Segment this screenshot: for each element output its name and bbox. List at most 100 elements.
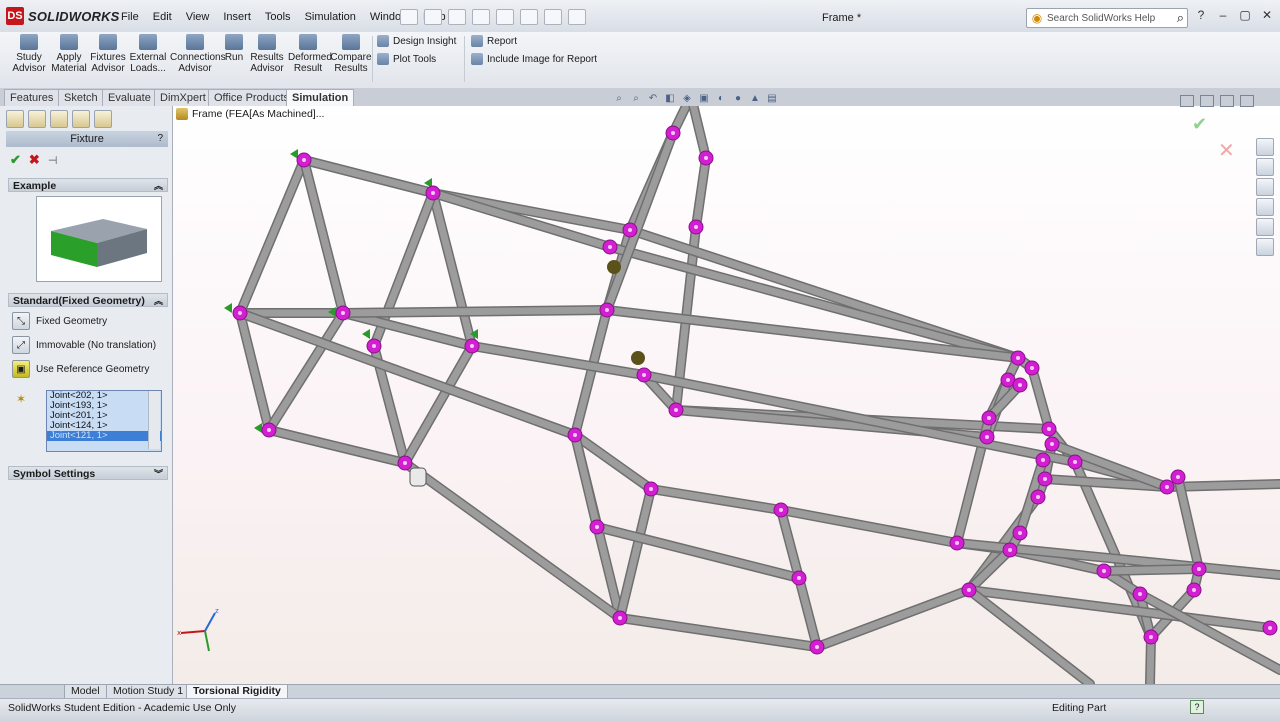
graphics-area[interactable] <box>173 106 1280 684</box>
save-icon[interactable] <box>448 9 466 25</box>
menu-simulation[interactable]: Simulation <box>298 9 363 25</box>
symbol-settings-header[interactable]: Symbol Settings ︾ <box>8 466 168 480</box>
previous-view-icon[interactable]: ↶ <box>646 93 660 105</box>
viewport-restore-icon[interactable] <box>1220 95 1234 107</box>
file-explorer-icon[interactable] <box>1256 178 1274 196</box>
tab-office-products[interactable]: Office Products <box>208 89 295 106</box>
tube-member[interactable] <box>236 309 273 434</box>
view-orientation-icon[interactable]: ◈ <box>680 93 694 105</box>
menu-view[interactable]: View <box>179 9 217 25</box>
scene-icon[interactable]: ▲ <box>748 93 762 105</box>
rebuild-icon[interactable] <box>544 9 562 25</box>
viewport-minimize-icon[interactable] <box>1180 95 1194 107</box>
print-icon[interactable] <box>472 9 490 25</box>
fixed-joint[interactable] <box>631 351 645 365</box>
tube-member[interactable] <box>339 306 611 317</box>
design-library-icon[interactable] <box>1256 158 1274 176</box>
search-icon[interactable]: ⌕ <box>1177 10 1184 26</box>
zoom-area-icon[interactable]: ⌕ <box>629 93 643 105</box>
tube-member[interactable] <box>265 426 409 467</box>
tab-model[interactable]: Model <box>64 685 107 699</box>
tube-member[interactable] <box>647 485 785 514</box>
apply-material-button[interactable]: Apply Material <box>50 34 88 74</box>
immovable-option[interactable]: ⤢ Immovable (No translation) <box>12 336 156 354</box>
viewport-close-icon[interactable] <box>1240 95 1254 107</box>
menu-tools[interactable]: Tools <box>258 9 298 25</box>
select-icon[interactable] <box>520 9 538 25</box>
open-file-icon[interactable] <box>424 9 442 25</box>
property-manager-icon[interactable] <box>28 110 46 128</box>
tube-member[interactable] <box>692 154 710 231</box>
tab-evaluate[interactable]: Evaluate <box>102 89 157 106</box>
tube-member[interactable] <box>236 156 308 317</box>
minimize-icon[interactable]: – <box>1216 8 1230 22</box>
tab-dimxpert[interactable]: DimXpert <box>154 89 212 106</box>
undo-icon[interactable] <box>496 9 514 25</box>
menu-insert[interactable]: Insert <box>216 9 258 25</box>
options-icon[interactable] <box>568 9 586 25</box>
include-image-button[interactable]: Include Image for Report <box>471 53 597 65</box>
view-palette-icon[interactable] <box>1256 198 1274 216</box>
new-file-icon[interactable] <box>400 9 418 25</box>
tube-member[interactable] <box>616 614 821 651</box>
zoom-fit-icon[interactable]: ⌕ <box>612 93 626 105</box>
feature-breadcrumb[interactable]: Frame (FEA[As Machined]... <box>176 108 324 120</box>
cancel-icon[interactable]: ✖ <box>29 152 40 168</box>
tube-member[interactable] <box>401 342 476 467</box>
report-button[interactable]: Report <box>471 35 517 47</box>
tube-member[interactable] <box>813 586 973 651</box>
app-logo[interactable]: DS SOLIDWORKS <box>6 7 120 25</box>
fixed-geometry-option[interactable]: ⤡ Fixed Geometry <box>12 312 107 330</box>
deformed-result-button[interactable]: Deformed Result <box>288 34 332 74</box>
tube-member[interactable] <box>1100 565 1203 575</box>
pin-icon[interactable]: ⊣ <box>48 154 58 167</box>
run-button[interactable]: Run <box>222 34 246 63</box>
design-insight-button[interactable]: Design Insight <box>377 35 456 47</box>
search-input[interactable]: Search SolidWorks Help <box>1047 13 1155 24</box>
example-group-header[interactable]: Example ︽ <box>8 178 168 192</box>
configuration-icon[interactable] <box>50 110 68 128</box>
tube-member[interactable] <box>777 506 961 547</box>
connections-advisor-button[interactable]: Connections Advisor <box>170 34 226 74</box>
restore-icon[interactable]: ▢ <box>1238 8 1252 22</box>
compare-results-button[interactable]: Compare Results <box>330 34 372 74</box>
tube-member[interactable] <box>603 129 677 314</box>
tube-member[interactable] <box>616 485 655 622</box>
dimxpert-icon[interactable] <box>72 110 90 128</box>
help-dropdown-icon[interactable]: ? <box>1194 8 1208 22</box>
tab-features[interactable]: Features <box>4 89 60 106</box>
tab-torsional-rigidity[interactable]: Torsional Rigidity <box>186 685 288 699</box>
tube-member[interactable] <box>1028 364 1053 433</box>
tube-member[interactable] <box>468 342 648 379</box>
help-search-box[interactable]: ◉ Search SolidWorks Help ⌕ <box>1026 8 1188 28</box>
help-icon[interactable]: ? <box>157 131 163 147</box>
tube-member[interactable] <box>429 189 476 350</box>
close-icon[interactable]: ✕ <box>1260 8 1274 22</box>
tube-member[interactable] <box>300 156 347 317</box>
list-scrollbar[interactable] <box>148 391 160 449</box>
hide-show-icon[interactable]: ◐ <box>714 93 728 105</box>
tab-simulation[interactable]: Simulation <box>286 89 355 106</box>
tab-sketch[interactable]: Sketch <box>58 89 104 106</box>
plot-tools-button[interactable]: Plot Tools <box>377 53 436 65</box>
confirmation-cancel-icon[interactable]: ✕ <box>1218 138 1242 162</box>
list-item-selected[interactable]: Joint<121, 1> <box>47 431 161 441</box>
section-view-icon[interactable]: ◧ <box>663 93 677 105</box>
menu-file[interactable]: File <box>114 9 146 25</box>
viewport-maximize-icon[interactable] <box>1200 95 1214 107</box>
study-advisor-button[interactable]: Study Advisor <box>10 34 48 74</box>
selected-joints-list[interactable]: Joint<202, 1> Joint<193, 1> Joint<201, 1… <box>46 390 162 452</box>
custom-properties-icon[interactable] <box>1256 238 1274 256</box>
tube-member[interactable] <box>606 243 1022 362</box>
ok-icon[interactable]: ✔ <box>10 152 21 168</box>
fixtures-advisor-button[interactable]: Fixtures Advisor <box>90 34 126 74</box>
tube-member[interactable] <box>339 309 476 350</box>
appearances-icon[interactable] <box>1256 218 1274 236</box>
tube-member[interactable] <box>777 506 803 582</box>
status-help-icon[interactable]: ? <box>1190 700 1204 714</box>
external-loads-button[interactable]: External Loads... <box>128 34 168 74</box>
standard-group-header[interactable]: Standard(Fixed Geometry) ︽ <box>8 293 168 307</box>
fixed-joint[interactable] <box>607 260 621 274</box>
menu-edit[interactable]: Edit <box>146 9 179 25</box>
feature-tree-icon[interactable] <box>6 110 24 128</box>
